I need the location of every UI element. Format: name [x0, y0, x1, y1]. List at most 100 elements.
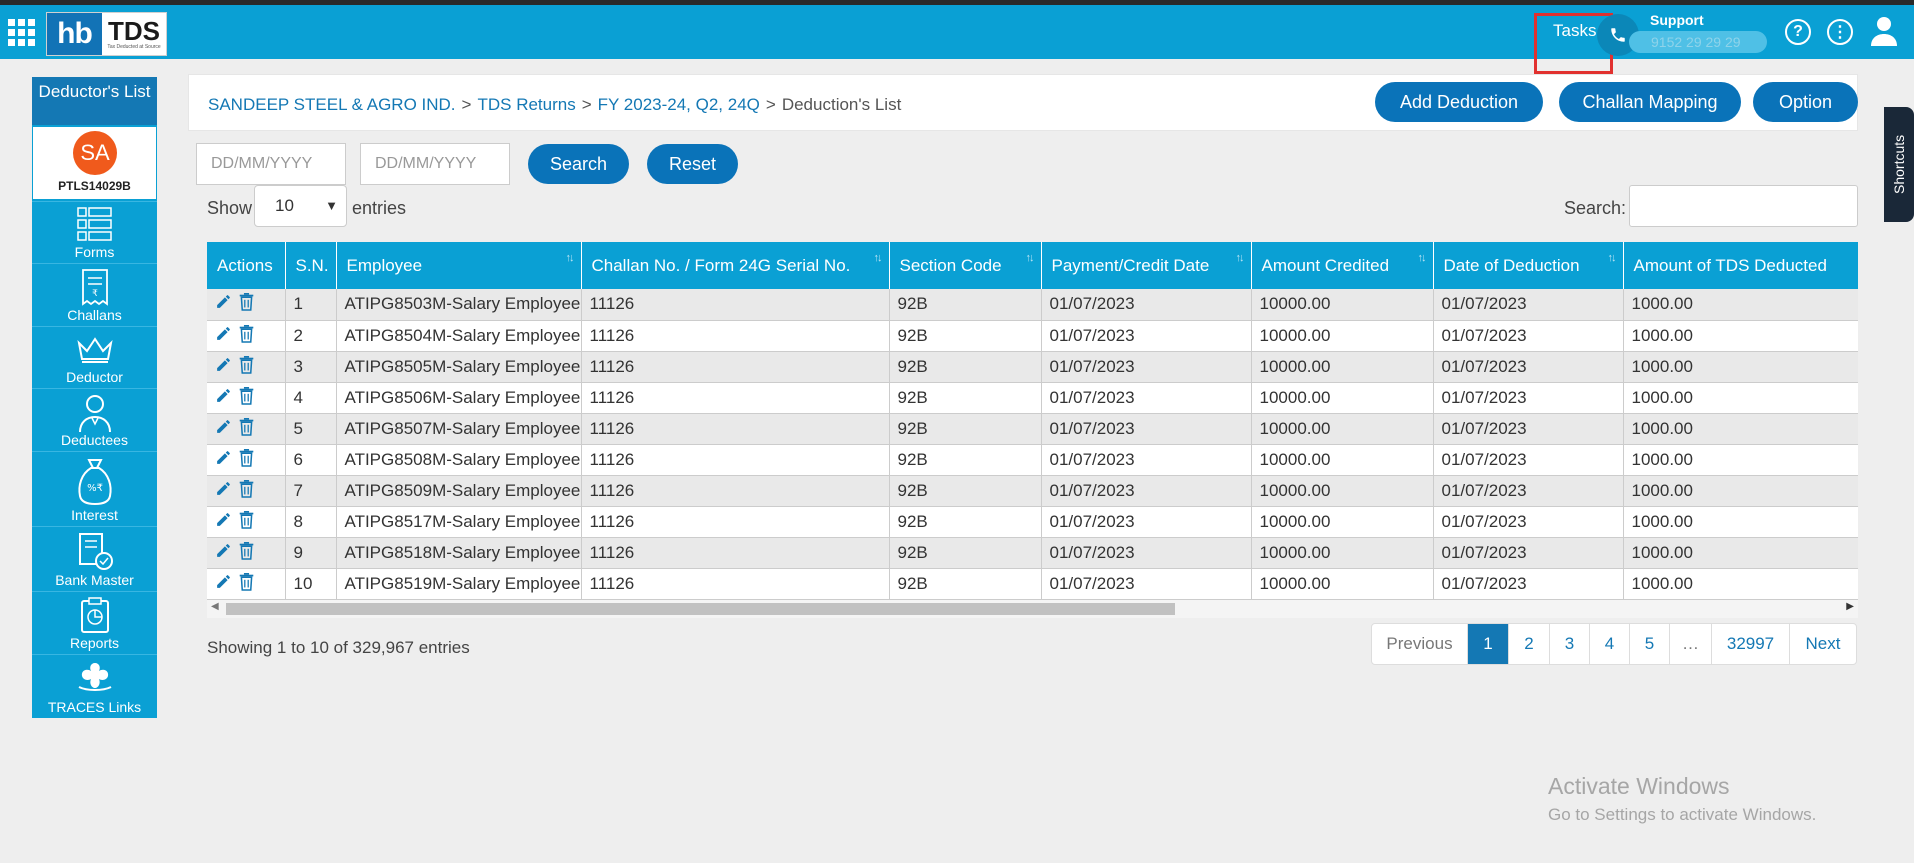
horizontal-scrollbar[interactable]: ◀ ▶ — [207, 600, 1858, 618]
cell-employee: ATIPG8503M-Salary Employee — [336, 289, 582, 321]
cell-employee: ATIPG8509M-Salary Employee — [336, 475, 582, 507]
delete-icon[interactable] — [238, 292, 255, 316]
cell-date-of-deduction: 01/07/2023 — [1433, 413, 1624, 445]
edit-icon[interactable] — [215, 573, 232, 595]
cell-payment-date: 01/07/2023 — [1041, 475, 1252, 507]
delete-icon[interactable] — [238, 386, 255, 410]
cell-date-of-deduction: 01/07/2023 — [1433, 289, 1624, 321]
pagination-previous[interactable]: Previous — [1372, 624, 1468, 664]
more-vertical-icon[interactable]: ⋮ — [1827, 19, 1853, 45]
sort-icon[interactable]: ↑↓ — [1608, 252, 1617, 264]
sort-icon[interactable]: ↑↓ — [566, 252, 575, 264]
cell-tds-deducted: 1000.00 — [1623, 320, 1858, 352]
edit-icon[interactable] — [215, 356, 232, 378]
delete-icon[interactable] — [238, 355, 255, 379]
challan-mapping-button[interactable]: Challan Mapping — [1559, 82, 1741, 122]
add-deduction-button[interactable]: Add Deduction — [1375, 82, 1543, 122]
logo-tds: TDS — [108, 16, 160, 46]
cell-actions — [207, 351, 286, 383]
cell-section-code: 92B — [889, 506, 1042, 538]
column-header-section-code[interactable]: Section Code ↑↓ — [889, 242, 1042, 289]
breadcrumb-tds-returns[interactable]: TDS Returns — [477, 95, 575, 114]
cell-payment-date: 01/07/2023 — [1041, 382, 1252, 414]
cell-actions — [207, 506, 286, 538]
chevron-down-icon: ▼ — [325, 198, 338, 213]
sidebar-item-deductees[interactable]: Deductees — [32, 388, 157, 451]
delete-icon[interactable] — [238, 510, 255, 534]
help-icon[interactable]: ? — [1785, 19, 1811, 45]
edit-icon[interactable] — [215, 480, 232, 502]
logo-tagline: Tax Deducted at Source — [107, 44, 161, 50]
pagination-page-4[interactable]: 4 — [1590, 624, 1630, 664]
deductor-card[interactable]: SA PTLS14029B — [33, 127, 156, 199]
sidebar-item-label: TRACES Links — [47, 699, 142, 715]
delete-icon[interactable] — [238, 448, 255, 472]
scroll-left-icon[interactable]: ◀ — [211, 601, 219, 612]
sort-icon[interactable]: ↑↓ — [1236, 252, 1245, 264]
sort-icon[interactable]: ↑↓ — [874, 252, 883, 264]
hbtds-logo[interactable]: hb TDS Tax Deducted at Source — [46, 12, 167, 56]
column-header-date-of-deduction[interactable]: Date of Deduction ↑↓ — [1433, 242, 1624, 289]
cell-sn: 6 — [285, 444, 337, 476]
cell-employee: ATIPG8518M-Salary Employee — [336, 537, 582, 569]
sort-icon[interactable]: ↑↓ — [1418, 252, 1427, 264]
pagination-page-5[interactable]: 5 — [1630, 624, 1670, 664]
sidebar-item-reports[interactable]: Reports — [32, 591, 157, 654]
deductor-list-link[interactable]: Deductor's List — [32, 77, 157, 125]
cell-date-of-deduction: 01/07/2023 — [1433, 537, 1624, 569]
delete-icon[interactable] — [238, 417, 255, 441]
cell-challan: 11126 — [581, 506, 890, 538]
scroll-right-icon[interactable]: ▶ — [1846, 601, 1854, 612]
column-header-amount-credited[interactable]: Amount Credited ↑↓ — [1251, 242, 1434, 289]
breadcrumb-period[interactable]: FY 2023-24, Q2, 24Q — [598, 95, 760, 114]
support-number[interactable]: 9152 29 29 29 — [1629, 31, 1767, 53]
edit-icon[interactable] — [215, 387, 232, 409]
column-header-challan[interactable]: Challan No. / Form 24G Serial No. ↑↓ — [581, 242, 890, 289]
show-label: Show — [207, 198, 253, 218]
breadcrumb-current: Deduction's List — [781, 95, 902, 114]
edit-icon[interactable] — [215, 542, 232, 564]
edit-icon[interactable] — [215, 293, 232, 315]
table-search-input[interactable] — [1629, 185, 1858, 227]
to-date-input[interactable]: DD/MM/YYYY — [360, 143, 510, 185]
shortcuts-tab[interactable]: Shortcuts — [1884, 107, 1914, 222]
pagination-next[interactable]: Next — [1790, 624, 1856, 664]
pagination-last-page[interactable]: 32997 — [1712, 624, 1790, 664]
column-header-sn[interactable]: S.N. — [285, 242, 337, 289]
sidebar-item-bank-master[interactable]: Bank Master — [32, 526, 157, 591]
delete-icon[interactable] — [238, 479, 255, 503]
edit-icon[interactable] — [215, 418, 232, 440]
delete-icon[interactable] — [238, 541, 255, 565]
delete-icon[interactable] — [238, 572, 255, 596]
user-profile-icon[interactable] — [1870, 16, 1898, 46]
reset-button[interactable]: Reset — [647, 144, 738, 184]
pagination-page-1[interactable]: 1 — [1468, 624, 1509, 664]
edit-icon[interactable] — [215, 511, 232, 533]
apps-grid-icon[interactable] — [8, 19, 35, 46]
sidebar-item-interest[interactable]: %₹ Interest — [32, 451, 157, 526]
edit-icon[interactable] — [215, 449, 232, 471]
pagination: Previous 1 2 3 4 5 … 32997 Next — [1371, 623, 1857, 665]
from-date-input[interactable]: DD/MM/YYYY — [196, 143, 346, 185]
edit-icon[interactable] — [215, 325, 232, 347]
option-button[interactable]: Option — [1753, 82, 1858, 122]
column-header-employee[interactable]: Employee ↑↓ — [336, 242, 582, 289]
column-header-payment-date[interactable]: Payment/Credit Date ↑↓ — [1041, 242, 1252, 289]
sidebar-item-forms[interactable]: Forms — [32, 201, 157, 263]
sidebar-item-traces-links[interactable]: TRACES Links — [32, 654, 157, 718]
breadcrumb-company[interactable]: SANDEEP STEEL & AGRO IND. — [208, 95, 456, 114]
pagination-page-3[interactable]: 3 — [1550, 624, 1590, 664]
scrollbar-thumb[interactable] — [226, 603, 1175, 615]
sidebar-item-challans[interactable]: ₹ Challans — [32, 263, 157, 326]
pagination-page-2[interactable]: 2 — [1509, 624, 1550, 664]
sort-icon[interactable]: ↑↓ — [1026, 252, 1035, 264]
pagination-ellipsis: … — [1670, 624, 1712, 664]
cell-employee: ATIPG8519M-Salary Employee — [336, 568, 582, 600]
delete-icon[interactable] — [238, 324, 255, 348]
sidebar-item-deductor[interactable]: Deductor — [32, 326, 157, 388]
search-button[interactable]: Search — [528, 144, 629, 184]
page-size-select[interactable]: 10 ▼ — [254, 185, 347, 227]
column-header-tds-deducted[interactable]: Amount of TDS Deducted↑↓ — [1623, 242, 1858, 289]
cell-tds-deducted: 1000.00 — [1623, 382, 1858, 414]
cell-section-code: 92B — [889, 413, 1042, 445]
